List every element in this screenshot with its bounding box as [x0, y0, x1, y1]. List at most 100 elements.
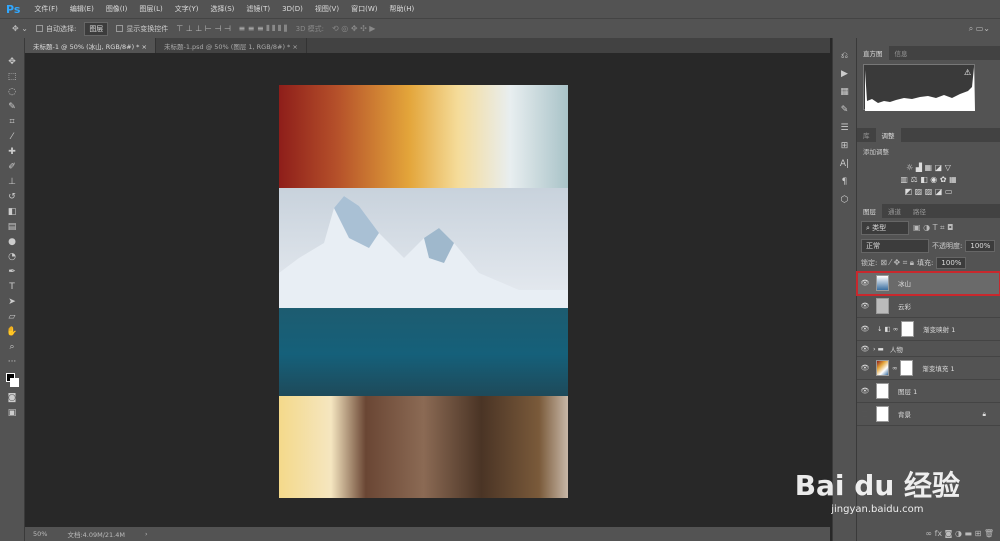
auto-select-dropdown[interactable]: 图层 — [84, 21, 109, 36]
layer-row[interactable]: 👁︎ ∞ 渐变填充 1 — [857, 357, 1000, 380]
lock-label: 锁定: — [861, 259, 878, 267]
crop-tool-icon[interactable]: ⌗ — [5, 116, 19, 128]
menu-layer[interactable]: 图层(L) — [133, 4, 168, 14]
eye-icon[interactable]: 👁︎ — [857, 387, 873, 395]
screen-mode-icon[interactable]: ▣ — [5, 407, 19, 419]
tab-channels[interactable]: 通道 — [882, 204, 907, 218]
hand-tool-icon[interactable]: ✋ — [5, 326, 19, 338]
menu-edit[interactable]: 编辑(E) — [64, 4, 100, 14]
align-icons[interactable]: ⊤ ⊥ ⊥ ⊢ ⊣ ⊣ ≡ ≡ ≡ ⫴ ⫴ ⫴ ⫼ — [176, 24, 287, 34]
layer-row[interactable]: 👁︎ 图层 1 — [857, 380, 1000, 403]
link-icon: ∞ — [892, 364, 898, 372]
menu-filter[interactable]: 滤镜(T) — [240, 4, 276, 14]
close-icon[interactable]: × — [292, 43, 297, 51]
iceberg-image — [279, 188, 568, 396]
tab-document-2[interactable]: 未标题-1.psd @ 50% (图层 1, RGB/8#) * × — [156, 38, 307, 53]
move-tool-icon[interactable]: ✥ — [5, 56, 19, 68]
layer-group-row[interactable]: 👁︎ › ▬ 人物 — [857, 341, 1000, 357]
eye-icon[interactable]: 👁︎ — [857, 325, 873, 333]
clip-icon: ↓ ◧ ∞ — [877, 325, 899, 333]
pen-tool-icon[interactable]: ✒ — [5, 266, 19, 278]
layer-filter-dropdown[interactable]: ⌕ 类型 — [861, 221, 909, 235]
marquee-tool-icon[interactable]: ⬚ — [5, 71, 19, 83]
more-tools-icon[interactable]: ··· — [5, 356, 19, 368]
blend-mode-dropdown[interactable]: 正常 — [861, 239, 929, 253]
path-select-icon[interactable]: ➤ — [5, 296, 19, 308]
history-icon[interactable]: ⎌ — [838, 50, 852, 62]
eye-icon[interactable]: 👁︎ — [857, 364, 873, 372]
shape-tool-icon[interactable]: ▱ — [5, 311, 19, 323]
layer-row[interactable]: 👁︎ ↓ ◧ ∞ 渐变映射 1 — [857, 318, 1000, 341]
type-tool-icon[interactable]: T — [5, 281, 19, 293]
tab-histogram[interactable]: 直方图 — [857, 46, 889, 60]
3d-cube-icon[interactable]: ⬡ — [838, 194, 852, 206]
tab-document-1[interactable]: 未标题-1 @ 50% (冰山, RGB/8#) * × — [25, 38, 156, 53]
eyedropper-tool-icon[interactable]: ⁄ — [5, 131, 19, 143]
layer-row[interactable]: □ 背景 🔒︎ — [857, 403, 1000, 426]
layer-row[interactable]: 👁︎ 云彩 — [857, 295, 1000, 318]
adjustment-icons-row-1[interactable]: ☼ ▟ ▦ ◪ ▽ — [857, 163, 1000, 172]
auto-select-checkbox[interactable]: 自动选择: — [35, 24, 76, 34]
layer-row[interactable]: 👁︎ 冰山 — [856, 271, 1000, 296]
blur-tool-icon[interactable]: ● — [5, 236, 19, 248]
color-swatch-icon[interactable] — [5, 371, 19, 389]
document-size: 文档:4.09M/21.4M — [67, 531, 125, 539]
menu-help[interactable]: 帮助(H) — [383, 4, 420, 14]
zoom-level[interactable]: 50% — [33, 530, 47, 538]
search-icon[interactable]: ⌕ ▭⌄ — [969, 24, 1000, 34]
gradient-sky-image — [279, 85, 568, 188]
menu-select[interactable]: 选择(S) — [204, 4, 240, 14]
history-brush-icon[interactable]: ↺ — [5, 191, 19, 203]
brush-tool-icon[interactable]: ✐ — [5, 161, 19, 173]
eye-icon[interactable]: 👁︎ — [857, 345, 873, 353]
dodge-tool-icon[interactable]: ◔ — [5, 251, 19, 263]
eye-icon[interactable]: 👁︎ — [857, 302, 873, 310]
3d-mode-icons[interactable]: ⟲ ◎ ✥ ✣ ▶ — [332, 24, 375, 33]
tab-paths[interactable]: 路径 — [907, 204, 932, 218]
move-tool-icon[interactable]: ✥ ⌄ — [12, 24, 28, 33]
tab-libraries[interactable]: 库 — [857, 128, 876, 142]
tab-layers[interactable]: 图层 — [857, 204, 882, 218]
close-icon[interactable]: × — [142, 43, 147, 51]
lasso-tool-icon[interactable]: ◌ — [5, 86, 19, 98]
adjustment-icons-row-3[interactable]: ◩ ▨ ▨ ◪ ▭ — [857, 187, 1000, 196]
layer-filter-icons[interactable]: ▣ ◑ T ⌗ ◘ — [913, 223, 953, 233]
warrior-image — [279, 396, 568, 498]
eye-icon[interactable]: 👁︎ — [857, 279, 873, 287]
character-icon[interactable]: A| — [838, 158, 852, 170]
clone-source-icon[interactable]: ⊞ — [838, 140, 852, 152]
brush-presets-icon[interactable]: ✎ — [838, 104, 852, 116]
adjust-sliders-icon[interactable]: ☰ — [838, 122, 852, 134]
show-transform-label: 显示变换控件 — [126, 24, 169, 33]
status-menu-arrow[interactable]: › — [145, 530, 148, 538]
eraser-tool-icon[interactable]: ◧ — [5, 206, 19, 218]
folder-icon[interactable]: › ▬ — [873, 345, 884, 353]
tab-info[interactable]: 信息 — [889, 46, 914, 60]
layer-panel-footer-icons[interactable]: ∞ fx ◙ ◑ ▬ ⊞ 🗑︎ — [925, 529, 994, 538]
fill-input[interactable]: 100% — [936, 257, 967, 269]
layer-name: 背景 — [898, 411, 911, 419]
healing-tool-icon[interactable]: ✚ — [5, 146, 19, 158]
lock-icons[interactable]: ⊠ ⁄ ✥ ⌗ 🔒︎ — [880, 258, 914, 268]
opacity-input[interactable]: 100% — [965, 240, 996, 252]
show-transform-checkbox[interactable]: 显示变换控件 — [116, 24, 168, 34]
paragraph-icon[interactable]: ¶ — [838, 176, 852, 188]
zoom-tool-icon[interactable]: ⌕ — [5, 341, 19, 353]
quick-select-tool-icon[interactable]: ✎ — [5, 101, 19, 113]
eye-hidden-icon[interactable]: □ — [857, 410, 873, 418]
tools-panel: ✥ ⬚ ◌ ✎ ⌗ ⁄ ✚ ✐ ⊥ ↺ ◧ ▤ ● ◔ ✒ T ➤ ▱ ✋ ⌕ … — [0, 38, 25, 541]
menu-window[interactable]: 窗口(W) — [345, 4, 383, 14]
menu-view[interactable]: 视图(V) — [309, 4, 345, 14]
quick-mask-icon[interactable]: ◙ — [5, 392, 19, 404]
menu-3d[interactable]: 3D(D) — [276, 5, 309, 13]
properties-icon[interactable]: ▦ — [838, 86, 852, 98]
menu-image[interactable]: 图像(I) — [100, 4, 134, 14]
menu-type[interactable]: 文字(Y) — [169, 4, 205, 14]
stamp-tool-icon[interactable]: ⊥ — [5, 176, 19, 188]
tab-adjustments[interactable]: 调整 — [875, 128, 901, 142]
menu-file[interactable]: 文件(F) — [28, 4, 64, 14]
adjustment-icons-row-2[interactable]: ▥ ⚖ ◧ ◉ ✿ ▦ — [857, 175, 1000, 184]
document-canvas[interactable] — [279, 85, 568, 498]
actions-play-icon[interactable]: ▶ — [838, 68, 852, 80]
gradient-tool-icon[interactable]: ▤ — [5, 221, 19, 233]
